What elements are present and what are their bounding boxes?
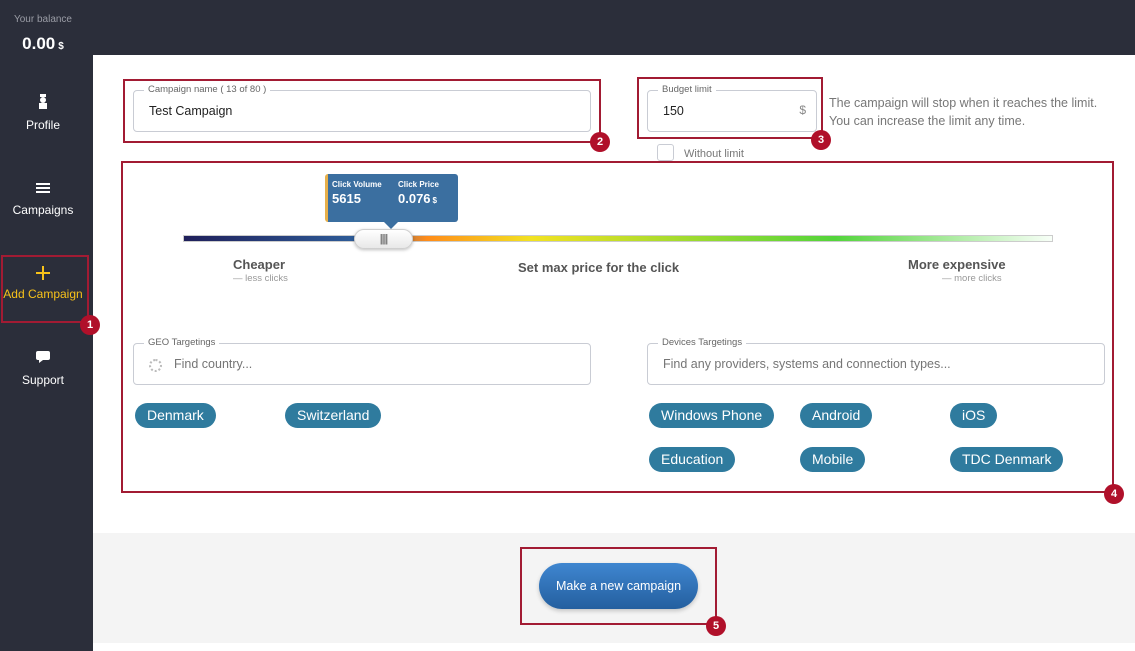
balance-amount: 0.00 xyxy=(22,34,56,53)
badge-5: 5 xyxy=(706,616,726,636)
highlight-box-4 xyxy=(121,161,1114,493)
badge-4: 4 xyxy=(1104,484,1124,504)
highlight-box-1 xyxy=(1,255,89,323)
bottom-strip xyxy=(93,643,1135,651)
balance-value: 0.00 $ xyxy=(0,34,86,54)
sidebar-item-label: Profile xyxy=(25,118,60,132)
highlight-box-5 xyxy=(520,547,717,625)
sidebar-item-label: Campaigns xyxy=(12,203,74,217)
badge-1: 1 xyxy=(80,315,100,335)
chat-icon xyxy=(0,349,86,369)
profile-icon xyxy=(0,94,86,114)
sidebar-item-label: Support xyxy=(21,373,65,387)
menu-icon xyxy=(0,179,86,199)
balance-currency: $ xyxy=(58,41,64,52)
badge-3: 3 xyxy=(811,130,831,150)
budget-hint: The campaign will stop when it reaches t… xyxy=(829,96,1098,128)
highlight-box-3 xyxy=(637,77,823,139)
sidebar-item-profile[interactable]: Profile xyxy=(0,94,86,132)
balance-label: Your balance xyxy=(13,14,72,25)
without-limit-checkbox[interactable] xyxy=(657,144,674,161)
without-limit-label: Without limit xyxy=(684,148,744,160)
badge-2: 2 xyxy=(590,132,610,152)
sidebar-item-support[interactable]: Support xyxy=(0,349,86,387)
top-bar xyxy=(93,0,1135,55)
highlight-box-2 xyxy=(123,79,601,143)
sidebar-item-campaigns[interactable]: Campaigns xyxy=(0,179,86,217)
